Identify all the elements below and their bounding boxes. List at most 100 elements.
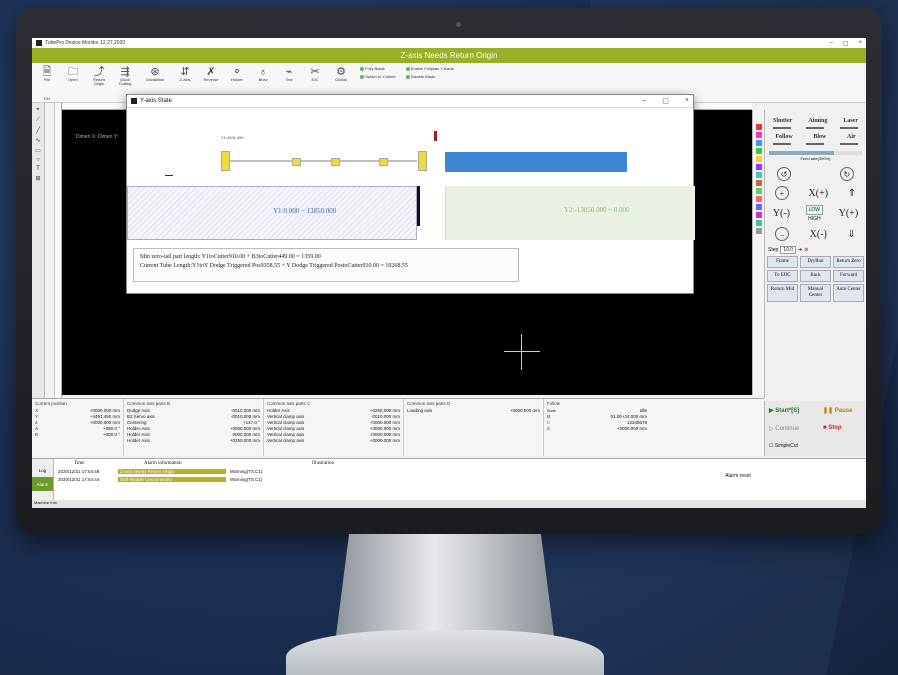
forward-button[interactable]: Forward bbox=[833, 270, 864, 282]
maximize-icon[interactable]: ▢ bbox=[843, 40, 849, 47]
return-origin-button[interactable]: ⤴ Return Origin bbox=[88, 66, 110, 87]
node-tool-icon[interactable]: ⟋ bbox=[36, 117, 40, 124]
alarm-reset-button[interactable]: Alarm reset bbox=[718, 473, 758, 479]
current-tube-length-text: Current Tube Length:Y1toY Dodge Triggere… bbox=[140, 263, 408, 269]
file-button[interactable]: 🗎 File bbox=[36, 66, 58, 82]
support-block bbox=[331, 158, 340, 166]
layer-swatch[interactable] bbox=[755, 228, 762, 234]
option-fully-blade[interactable]: Fully Blade bbox=[360, 66, 396, 71]
y-plus-button[interactable]: Y(+) bbox=[839, 208, 859, 219]
quick-cutting-button[interactable]: ⇶ Quick Cutting bbox=[114, 66, 136, 87]
to-eoc-button[interactable]: To EOC bbox=[767, 270, 798, 282]
step-input[interactable]: 10.0 bbox=[780, 246, 797, 254]
back-button[interactable]: Back bbox=[800, 270, 831, 282]
layer-swatch[interactable] bbox=[755, 172, 762, 178]
x-plus-button[interactable]: X(+) bbox=[809, 188, 829, 199]
simplecut-checkbox[interactable]: ☐ SimpleCut bbox=[769, 443, 798, 449]
dialog-icon bbox=[131, 98, 137, 104]
follow-button[interactable]: Follow bbox=[775, 134, 792, 140]
open-button[interactable]: 🗀 Open bbox=[62, 66, 84, 82]
layer-swatch[interactable] bbox=[755, 188, 762, 194]
option-fullplate-y-blade[interactable]: Enable Fullplate Y-blade bbox=[405, 66, 454, 71]
window-title: TubePro Device Monitor 12.27.2020 bbox=[45, 40, 126, 46]
dialog-close-icon[interactable]: × bbox=[685, 97, 689, 105]
vertical-ruler bbox=[55, 103, 62, 433]
jog-plus-icon[interactable]: + bbox=[774, 186, 789, 200]
feed-rate-slider[interactable] bbox=[769, 151, 862, 155]
close-icon[interactable]: × bbox=[858, 40, 862, 47]
frame-button[interactable]: Frame bbox=[767, 256, 798, 268]
oscillation-button[interactable]: ⊛ Oscillation bbox=[140, 66, 170, 82]
layer-swatch[interactable] bbox=[755, 220, 762, 226]
laser-button[interactable]: Laser bbox=[843, 118, 858, 124]
z-down-icon[interactable]: ⇓ bbox=[847, 229, 855, 240]
option-switch-y-blade[interactable]: Switch to Y-blade bbox=[360, 74, 396, 79]
holder-button[interactable]: ⚬ Holder bbox=[226, 66, 248, 82]
rotate-ccw-icon[interactable]: ↺ bbox=[777, 167, 792, 181]
tab-log[interactable]: Log bbox=[32, 463, 53, 477]
blow-button[interactable]: ♁ Blow bbox=[252, 66, 274, 82]
test-button[interactable]: ⌁ Test bbox=[278, 66, 300, 82]
x-minus-button[interactable]: X(-) bbox=[810, 229, 827, 240]
minimize-icon[interactable]: – bbox=[829, 40, 832, 47]
z-axis-button[interactable]: ⇵ Z-axis bbox=[174, 66, 196, 82]
y-minus-button[interactable]: Y(-) bbox=[773, 208, 790, 219]
layer-swatch[interactable] bbox=[755, 180, 762, 186]
log-row[interactable]: 2020/12/31 17:54:44 Soft Module Unconnec… bbox=[58, 477, 262, 482]
pause-button[interactable]: ❚❚ Pause bbox=[823, 407, 852, 414]
dialog-maximize-icon[interactable]: ▢ bbox=[662, 97, 669, 105]
shutter-button[interactable]: Shutter bbox=[773, 118, 792, 124]
rotate-cw-icon[interactable]: ↻ bbox=[839, 167, 854, 181]
speed-high-button[interactable]: HIGH bbox=[808, 216, 821, 222]
rect-tool-icon[interactable]: ▭ bbox=[35, 147, 41, 154]
text-tool-icon[interactable]: T bbox=[36, 166, 40, 172]
curve-tool-icon[interactable]: ∿ bbox=[35, 137, 40, 144]
layer-swatch[interactable] bbox=[755, 140, 762, 146]
y1-range-zone: Y1:0.000 ~ 13850.000 bbox=[127, 186, 417, 240]
reverse-button[interactable]: ✗ Reverse bbox=[200, 66, 222, 82]
tab-alarm[interactable]: Alarm bbox=[32, 477, 53, 491]
app-screen: TubePro Device Monitor 12.27.2020 – ▢ × … bbox=[32, 38, 866, 508]
layer-swatch[interactable] bbox=[755, 148, 762, 154]
dialog-minimize-icon[interactable]: – bbox=[642, 97, 646, 105]
dialog-titlebar: Y-axis State – ▢ × bbox=[127, 95, 693, 108]
support-block bbox=[292, 158, 301, 166]
global-button[interactable]: ⚙ Global bbox=[330, 66, 352, 82]
dialog-info-box: Min zero-tail part length: Y1toCutter910… bbox=[133, 248, 519, 282]
option-disable-blade[interactable]: Disable Blade bbox=[405, 74, 454, 79]
layer-swatch[interactable] bbox=[755, 156, 762, 162]
auto-center-button[interactable]: Auto Center bbox=[833, 284, 864, 302]
return-mid-button[interactable]: Return Mid bbox=[767, 284, 798, 302]
col-time: Time bbox=[74, 461, 85, 466]
layer-swatch[interactable] bbox=[755, 164, 762, 170]
manual-center-button[interactable]: Manual Center bbox=[800, 284, 831, 302]
return-zero-button[interactable]: Return Zero bbox=[833, 256, 864, 268]
line-tool-icon[interactable]: ╱ bbox=[36, 127, 40, 134]
aiming-button[interactable]: Aiming bbox=[808, 118, 827, 124]
select-tool-icon[interactable]: ⌖ bbox=[36, 107, 39, 114]
layer-swatch[interactable] bbox=[755, 212, 762, 218]
step-stop-icon[interactable]: ⊗ bbox=[804, 247, 808, 253]
log-row[interactable]: 2020/12/31 17:54:48 Z-axis Needs Return … bbox=[58, 469, 262, 474]
ioc-button[interactable]: ✂ IOC bbox=[304, 66, 326, 82]
left-toolbar: ⌖ ⟋ ╱ ∿ ▭ ○ T ⊞ bbox=[32, 103, 45, 433]
measure-tool-icon[interactable]: ⊞ bbox=[35, 175, 40, 182]
step-up-icon[interactable]: ➜ bbox=[798, 247, 802, 253]
webcam bbox=[456, 22, 461, 27]
z-up-icon[interactable]: ⇑ bbox=[848, 188, 856, 199]
dryrun-button[interactable]: DryRun bbox=[800, 256, 831, 268]
air-button[interactable]: Air bbox=[847, 134, 856, 140]
start-button[interactable]: ▶ Start*[S] bbox=[769, 407, 799, 414]
layer-swatch[interactable] bbox=[755, 124, 762, 130]
blow-toggle-button[interactable]: Blow bbox=[813, 134, 826, 140]
circle-tool-icon[interactable]: ○ bbox=[36, 157, 40, 163]
y1-position-label: Y1:4491.450 bbox=[221, 135, 244, 140]
layer-swatch[interactable] bbox=[755, 132, 762, 138]
continue-button[interactable]: ▷ Continue bbox=[769, 425, 799, 432]
layer-swatch[interactable] bbox=[755, 204, 762, 210]
jog-minus-icon[interactable]: – bbox=[775, 227, 790, 241]
stop-button[interactable]: ■ Stop bbox=[823, 425, 842, 431]
speed-low-button[interactable]: LOW bbox=[805, 205, 824, 215]
monitor-base bbox=[286, 630, 604, 675]
layer-swatch[interactable] bbox=[755, 196, 762, 202]
